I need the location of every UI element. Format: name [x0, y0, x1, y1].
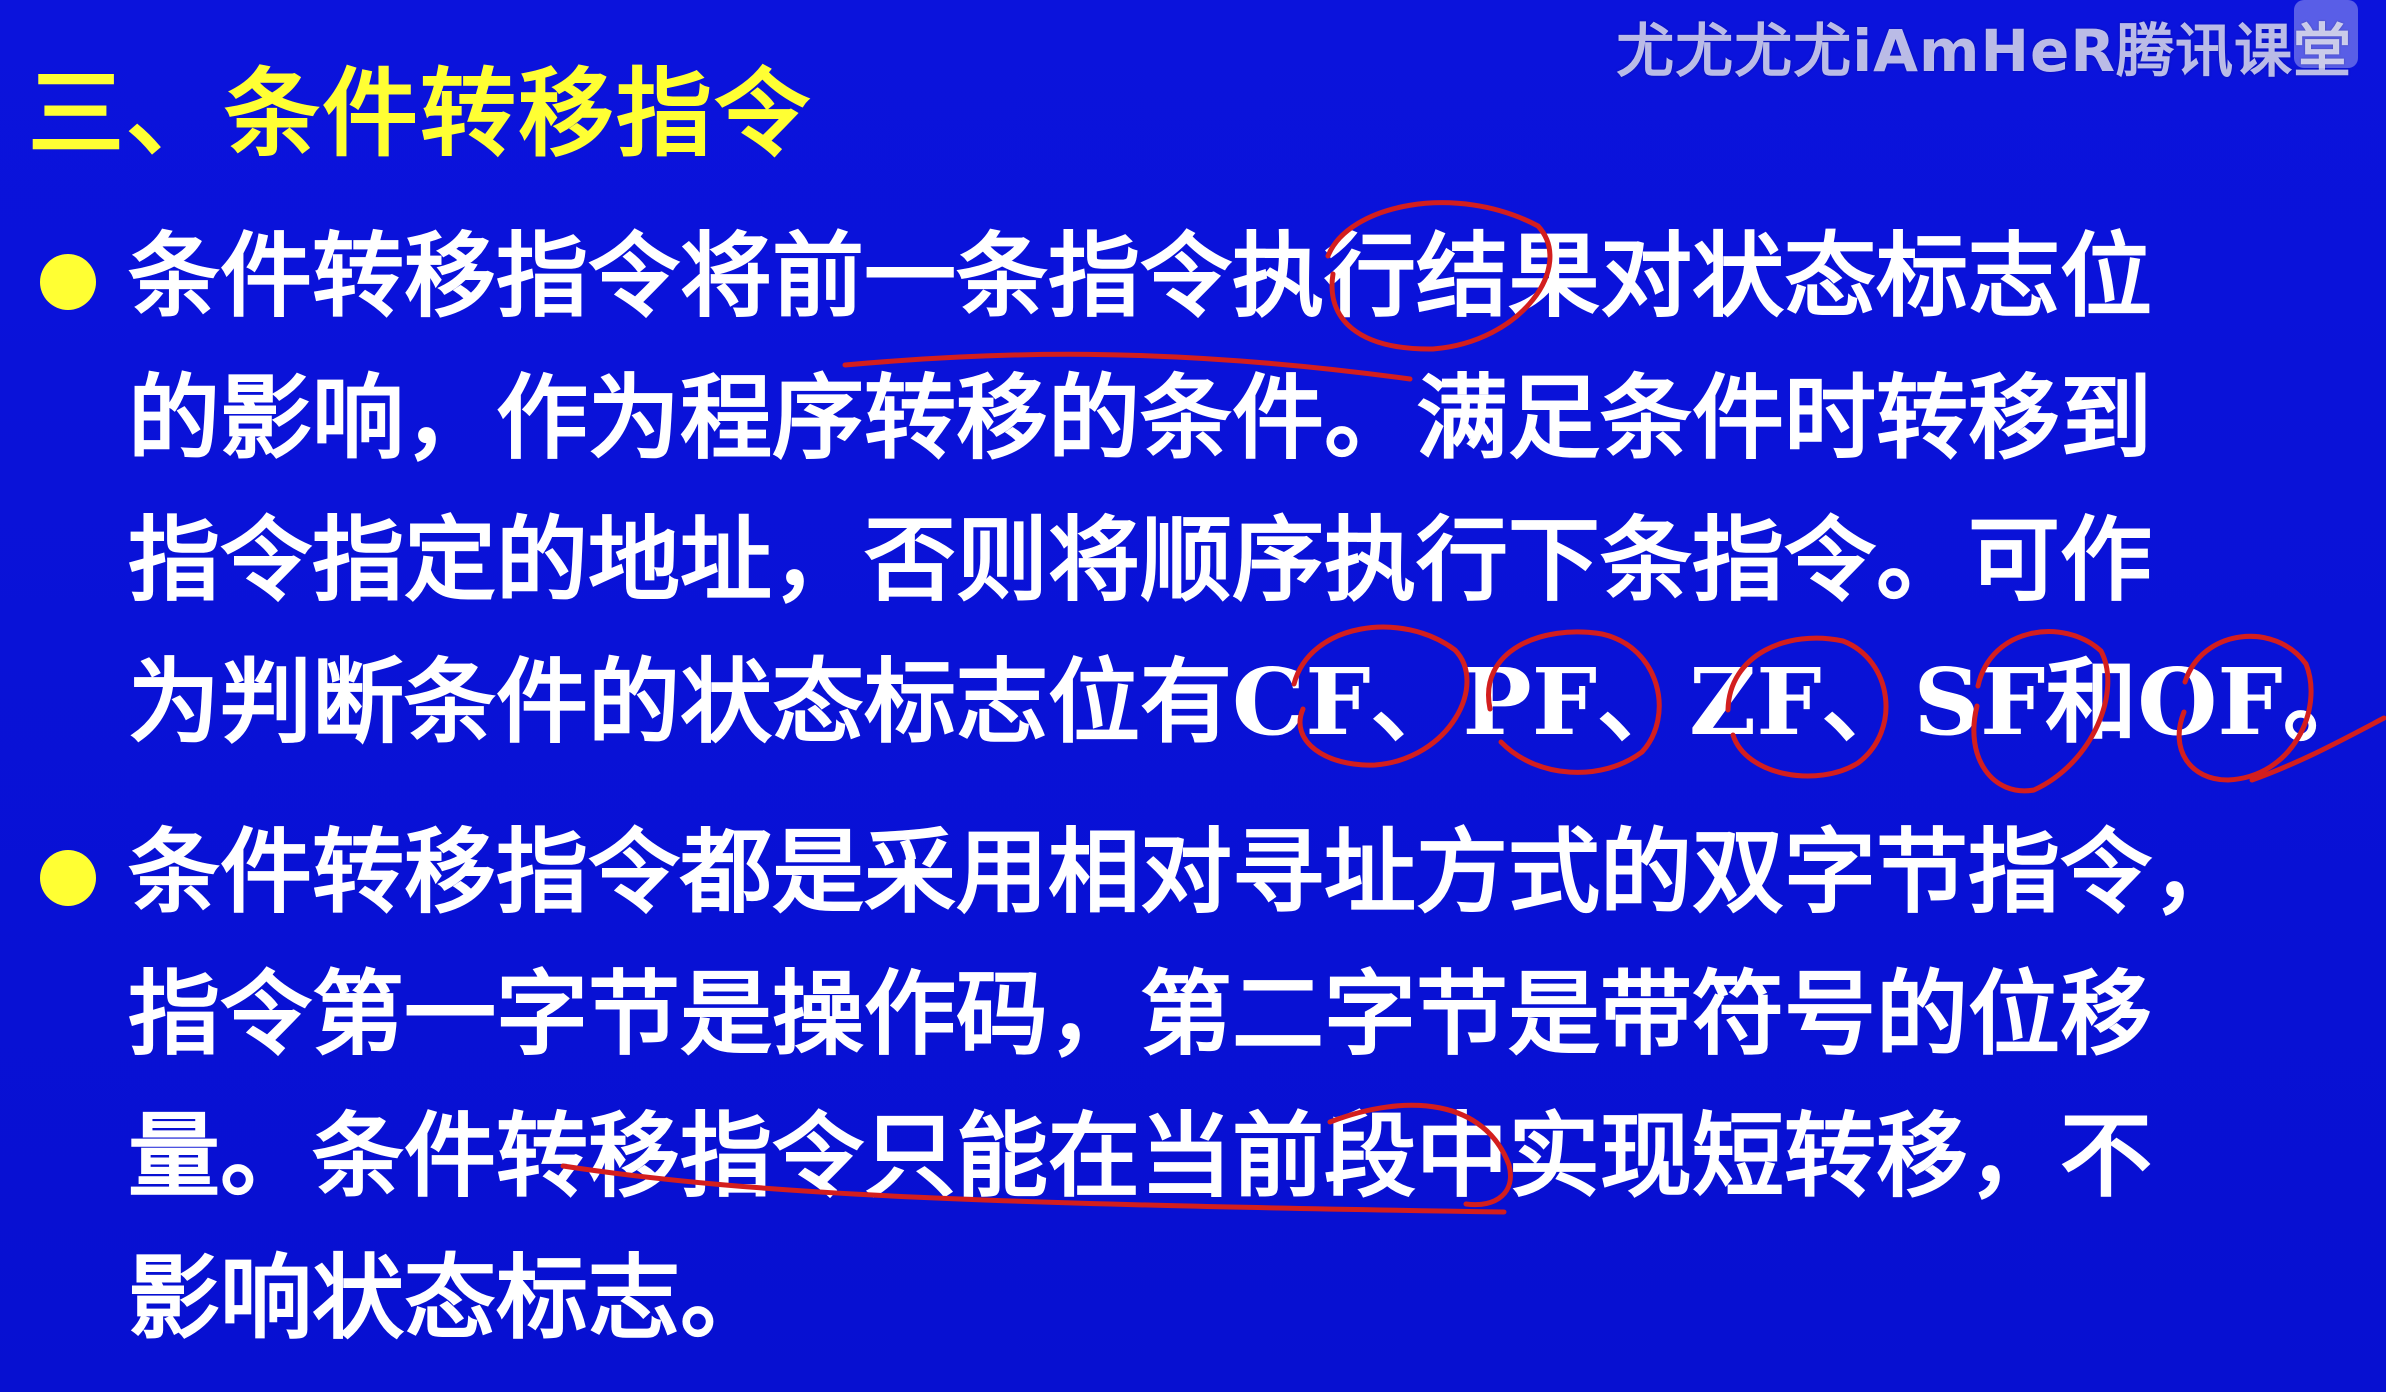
watermark-text: 尤尤尤尤iAmHeR腾讯课堂 — [1616, 17, 2352, 85]
bullet-dot-icon — [40, 254, 96, 310]
bullet-1-line-4: 为判断条件的状态标志位有CF、PF、ZF、SF和OF。 — [128, 648, 2375, 756]
lecture-slide: 尤尤尤尤iAmHeR腾讯课堂 三、条件转移指令 条件转移指令将前一条指令执行结果… — [0, 0, 2386, 1392]
bullet-item-1: 条件转移指令将前一条指令执行结果对状态标志位 的影响，作为程序转移的条件。满足条… — [28, 205, 2375, 773]
bullet-1-line-3: 指令指定的地址，否则将顺序执行下条指令。可作 — [128, 506, 2153, 614]
slide-content: 条件转移指令将前一条指令执行结果对状态标志位 的影响，作为程序转移的条件。满足条… — [28, 205, 2375, 1369]
bullet-2-line-2: 指令第一字节是操作码，第二字节是带符号的位移 — [128, 960, 2153, 1068]
bullet-item-2: 条件转移指令都是采用相对寻址方式的双字节指令， 指令第一字节是操作码，第二字节是… — [28, 801, 2318, 1369]
bullet-1-line-1: 条件转移指令将前一条指令执行结果对状态标志位 — [128, 222, 2153, 330]
bullet-2-line-1: 条件转移指令都是采用相对寻址方式的双字节指令， — [128, 818, 2245, 926]
watermark: 尤尤尤尤iAmHeR腾讯课堂 — [1616, 4, 2352, 88]
bullet-2-line-3: 量。条件转移指令只能在当前段中实现短转移，不 — [128, 1102, 2153, 1210]
bullet-2-line-4: 影响状态标志。 — [128, 1244, 773, 1352]
bullet-dot-icon — [40, 850, 96, 906]
slide-title: 三、条件转移指令 — [28, 58, 812, 170]
bullet-1-line-2: 的影响，作为程序转移的条件。满足条件时转移到 — [128, 364, 2153, 472]
